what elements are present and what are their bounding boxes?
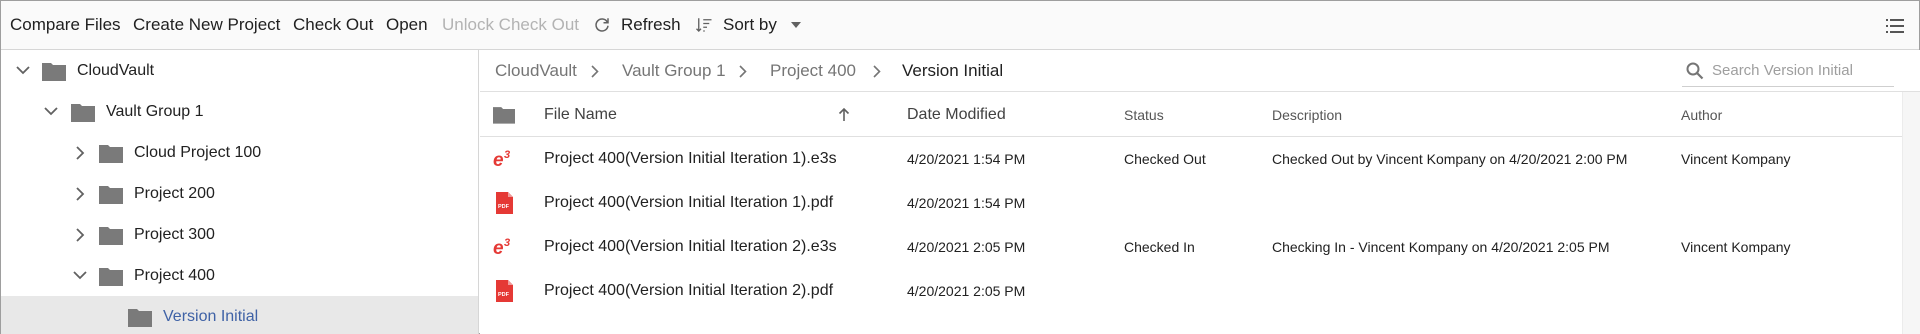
- tree-item-label: Version Initial: [163, 307, 259, 325]
- breadcrumb-item-current: Version Initial: [902, 61, 1004, 80]
- description: Checking In - Vincent Kompany on 4/20/20…: [1272, 239, 1610, 255]
- chevron-right-icon: [736, 63, 750, 79]
- search-icon: [1686, 61, 1706, 81]
- tree-item-cloudvault[interactable]: CloudVault: [1, 50, 478, 91]
- svg-text:e: e: [493, 238, 504, 258]
- description: Checked Out by Vincent Kompany on 4/20/2…: [1272, 151, 1628, 167]
- chevron-down-icon[interactable]: [42, 103, 60, 121]
- breadcrumb-item-vault-group-1[interactable]: Vault Group 1: [622, 61, 726, 81]
- sort-by-button[interactable]: Sort by: [693, 1, 801, 50]
- svg-text:PDF: PDF: [498, 292, 510, 298]
- open-button[interactable]: Open: [386, 1, 428, 50]
- folder-icon: [99, 226, 123, 245]
- folder-icon: [99, 185, 123, 204]
- tree-item-label: Project 200: [134, 184, 215, 202]
- breadcrumb: CloudVault Vault Group 1 Project 400 Ver…: [480, 50, 1920, 92]
- chevron-down-icon[interactable]: [14, 62, 32, 80]
- table-row[interactable]: PDF Project 400(Version Initial Iteratio…: [480, 181, 1902, 225]
- tree-item-label: CloudVault: [77, 61, 155, 79]
- tree-item-label: Project 300: [134, 225, 215, 243]
- sort-icon: [693, 14, 715, 36]
- svg-text:3: 3: [504, 149, 510, 161]
- sort-by-label: Sort by: [723, 15, 777, 34]
- folder-icon: [99, 267, 123, 286]
- e3s-file-icon: e 3: [493, 149, 510, 170]
- refresh-label: Refresh: [621, 15, 681, 34]
- table-row[interactable]: PDF Project 400(Version Initial Iteratio…: [480, 269, 1902, 313]
- pdf-file-icon: PDF: [496, 192, 513, 214]
- date-modified: 4/20/2021 1:54 PM: [907, 195, 1026, 211]
- pdf-file-icon: PDF: [496, 280, 513, 302]
- date-modified: 4/20/2021 1:54 PM: [907, 151, 1026, 167]
- svg-text:3: 3: [504, 237, 510, 249]
- author: Vincent Kompany: [1681, 239, 1791, 255]
- list-menu-icon[interactable]: [1883, 14, 1907, 38]
- chevron-right-icon[interactable]: [71, 185, 89, 203]
- chevron-right-icon: [588, 63, 602, 79]
- column-header-date-modified[interactable]: Date Modified: [907, 92, 1006, 137]
- tree-item-project-400[interactable]: Project 400: [1, 255, 478, 296]
- svg-text:e: e: [493, 150, 504, 170]
- create-new-project-button[interactable]: Create New Project: [133, 1, 280, 50]
- column-header-file-name[interactable]: File Name: [544, 92, 617, 137]
- folder-icon: [42, 62, 66, 81]
- table-row[interactable]: e 3 Project 400(Version Initial Iteratio…: [480, 225, 1902, 269]
- breadcrumb-item-project-400[interactable]: Project 400: [770, 61, 856, 81]
- table-header: File Name Date Modified Status Descripti…: [480, 92, 1902, 137]
- date-modified: 4/20/2021 2:05 PM: [907, 239, 1026, 255]
- tree-item-vault-group-1[interactable]: Vault Group 1: [1, 91, 478, 132]
- check-out-button[interactable]: Check Out: [293, 1, 373, 50]
- chevron-right-icon: [870, 63, 884, 79]
- folder-icon: [71, 103, 95, 122]
- sort-ascending-icon[interactable]: [836, 105, 852, 123]
- author: Vincent Kompany: [1681, 151, 1791, 167]
- folder-tree: CloudVault Vault Group 1 Cloud Project 1…: [1, 50, 479, 334]
- column-header-author[interactable]: Author: [1681, 92, 1722, 137]
- chevron-right-icon[interactable]: [71, 144, 89, 162]
- folder-icon: [99, 144, 123, 163]
- chevron-right-icon[interactable]: [71, 226, 89, 244]
- search-input[interactable]: [1712, 62, 1892, 79]
- tree-item-label: Project 400: [134, 266, 215, 284]
- tree-item-label: Cloud Project 100: [134, 143, 262, 161]
- column-header-description[interactable]: Description: [1272, 92, 1342, 137]
- file-name: Project 400(Version Initial Iteration 1)…: [544, 150, 837, 167]
- toolbar: Compare Files Create New Project Check O…: [1, 1, 1919, 50]
- refresh-button[interactable]: Refresh: [591, 1, 681, 50]
- chevron-down-icon[interactable]: [71, 267, 89, 285]
- tree-item-version-initial[interactable]: Version Initial: [1, 296, 478, 334]
- folder-icon: [128, 308, 152, 327]
- refresh-icon: [591, 14, 613, 36]
- search-box: [1682, 55, 1894, 87]
- table-row[interactable]: e 3 Project 400(Version Initial Iteratio…: [480, 137, 1902, 181]
- file-name: Project 400(Version Initial Iteration 2)…: [544, 238, 837, 255]
- file-name: Project 400(Version Initial Iteration 1)…: [544, 194, 834, 211]
- date-modified: 4/20/2021 2:05 PM: [907, 283, 1026, 299]
- tree-item-project-200[interactable]: Project 200: [1, 173, 478, 214]
- app-window: Compare Files Create New Project Check O…: [0, 0, 1920, 334]
- svg-text:PDF: PDF: [498, 204, 510, 210]
- tree-item-cloud-project-100[interactable]: Cloud Project 100: [1, 132, 478, 173]
- dropdown-caret-icon: [790, 22, 801, 28]
- file-name: Project 400(Version Initial Iteration 2)…: [544, 282, 834, 299]
- status: Checked Out: [1124, 151, 1206, 167]
- vertical-scrollbar[interactable]: [1902, 92, 1920, 334]
- breadcrumb-item-cloudvault[interactable]: CloudVault: [495, 61, 577, 81]
- tree-item-project-300[interactable]: Project 300: [1, 214, 478, 255]
- column-header-status[interactable]: Status: [1124, 92, 1164, 137]
- e3s-file-icon: e 3: [493, 237, 510, 258]
- compare-files-button[interactable]: Compare Files: [10, 1, 121, 50]
- unlock-check-out-button[interactable]: Unlock Check Out: [442, 1, 579, 50]
- status: Checked In: [1124, 239, 1195, 255]
- file-browser-panel: CloudVault Vault Group 1 Project 400 Ver…: [480, 50, 1920, 334]
- folder-icon: [493, 107, 515, 124]
- tree-item-label: Vault Group 1: [106, 102, 204, 120]
